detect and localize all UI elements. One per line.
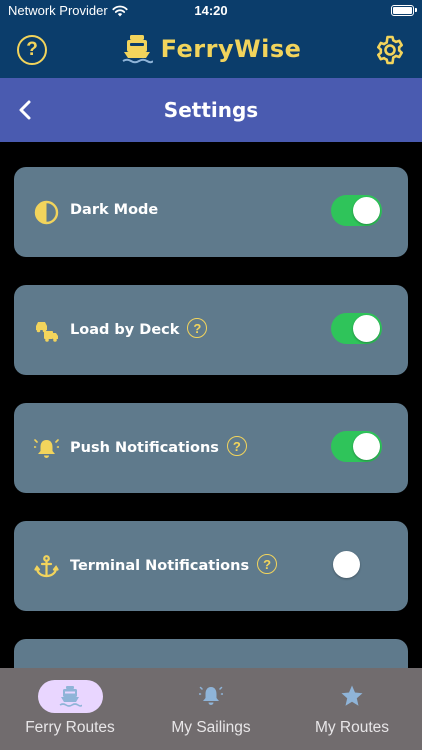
tab-my-routes[interactable]: My Routes: [282, 668, 422, 750]
page-title: Settings: [163, 98, 259, 122]
setting-label: Load by Deck?: [70, 318, 208, 340]
tab-label: My Sailings: [171, 719, 251, 736]
star-icon: [341, 685, 363, 706]
battery-icon: [391, 5, 417, 16]
setting-label: Terminal Notifications?: [70, 554, 278, 576]
setting-label: Push Notifications?: [70, 436, 247, 458]
gear-icon[interactable]: [374, 34, 406, 66]
tab-ferry-routes[interactable]: Ferry Routes: [0, 668, 140, 750]
tab-my-sailings[interactable]: My Sailings: [141, 668, 281, 750]
settings-screen: Network Provider 14:20 ? FerryWise Setti…: [0, 0, 422, 750]
help-icon[interactable]: ?: [226, 436, 247, 456]
setting-dark-mode: Dark Mode: [14, 167, 408, 257]
setting-load-by-deck: Load by Deck?: [14, 285, 408, 375]
ferry-logo-icon: [122, 35, 153, 64]
vehicles-icon: [36, 322, 58, 342]
contrast-icon: [34, 200, 59, 225]
status-bar: Network Provider 14:20: [0, 0, 422, 22]
app-header: ? FerryWise: [0, 22, 422, 78]
setting-push-notifications: Push Notifications?: [14, 403, 408, 493]
help-icon[interactable]: ?: [257, 554, 278, 574]
dark-mode-toggle[interactable]: [331, 195, 382, 226]
bell-icon: [34, 439, 59, 458]
help-icon[interactable]: ?: [187, 318, 208, 338]
brand: FerryWise: [0, 34, 422, 64]
clock: 14:20: [194, 3, 228, 18]
tab-bar: Ferry Routes My Sailings My Routes: [0, 668, 422, 750]
setting-terminal-notifications: Terminal Notifications?: [14, 521, 408, 611]
tab-label: My Routes: [314, 719, 390, 736]
setting-label: Dark Mode: [70, 202, 159, 218]
anchor-icon: [34, 555, 59, 578]
push-notifications-toggle[interactable]: [331, 431, 382, 462]
bell-icon: [199, 686, 223, 705]
ferry-icon: [59, 686, 82, 707]
terminal-notifications-toggle[interactable]: [331, 549, 382, 580]
brand-name: FerryWise: [160, 35, 302, 63]
tab-label: Ferry Routes: [25, 719, 115, 736]
nav-bar: Settings: [0, 78, 422, 142]
load-by-deck-toggle[interactable]: [331, 313, 382, 344]
